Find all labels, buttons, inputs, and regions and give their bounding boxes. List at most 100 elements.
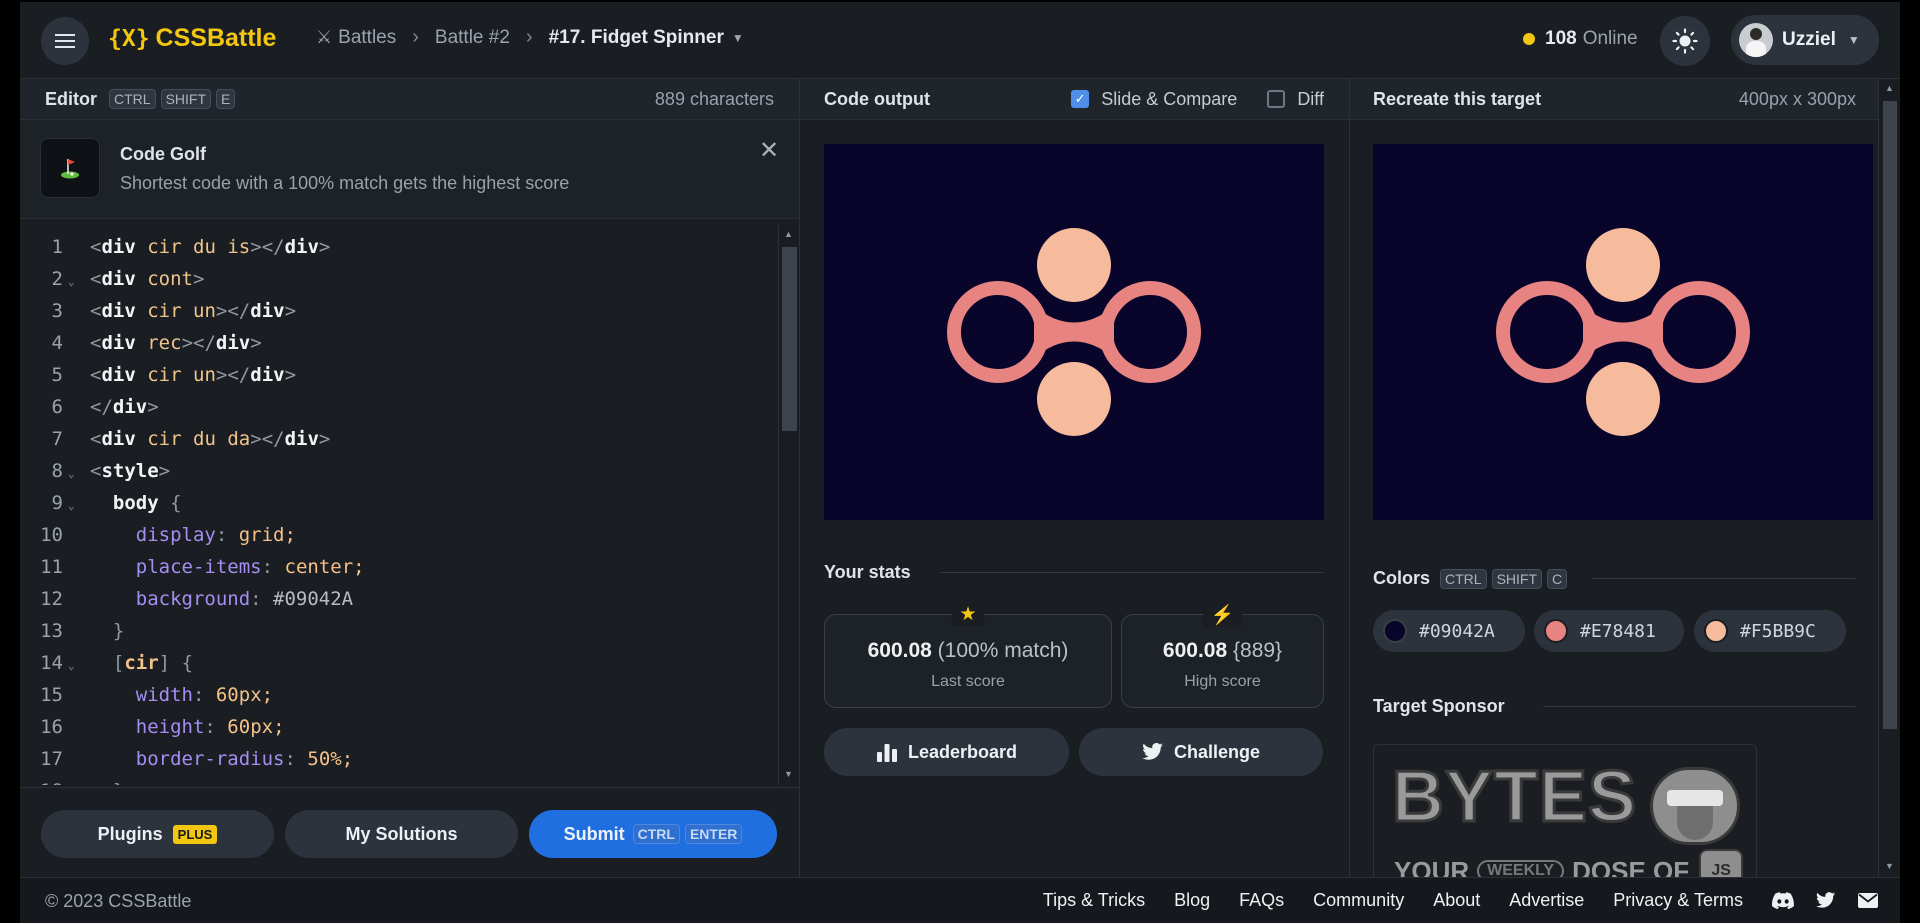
scrollbar-thumb[interactable] (1883, 101, 1897, 729)
footer-link-privacy[interactable]: Privacy & Terms (1613, 890, 1743, 911)
target-preview[interactable] (1373, 144, 1873, 520)
line-number: 5 (51, 364, 63, 386)
golf-flag-icon (40, 138, 100, 198)
fold-chevron-icon[interactable]: ⌄ (68, 650, 75, 682)
kbd-shift: SHIFT (160, 89, 212, 109)
code-line: 12 background: #09042A (20, 583, 778, 615)
last-score-value: 600.08 (867, 639, 932, 662)
footer-link-blog[interactable]: Blog (1174, 890, 1210, 911)
my-solutions-button[interactable]: My Solutions (285, 810, 518, 858)
code-line: 3 <div cir un></div> (20, 295, 778, 327)
line-number: 17 (40, 748, 63, 770)
code-golf-tip: Code Golf Shortest code with a 100% matc… (20, 120, 799, 219)
editor-actions: Plugins PLUS My Solutions Submit CTRL EN… (20, 787, 799, 878)
menu-button[interactable] (41, 17, 89, 65)
user-name: Uzziel (1782, 29, 1836, 50)
spinner-top-circle (1586, 228, 1660, 302)
line-number: 2 (51, 268, 63, 290)
discord-icon[interactable] (1772, 892, 1794, 909)
online-label: Online (1582, 28, 1638, 49)
plugins-button[interactable]: Plugins PLUS (41, 810, 274, 858)
close-icon[interactable]: ✕ (759, 136, 779, 165)
fold-chevron-icon[interactable]: ⌄ (68, 458, 75, 490)
panel-divider[interactable] (799, 79, 800, 877)
chevron-right-icon: › (412, 26, 419, 48)
color-hex: #09042A (1419, 620, 1495, 642)
breadcrumb-battle[interactable]: Battle #2 (435, 27, 510, 49)
sun-icon (1672, 28, 1698, 54)
my-solutions-label: My Solutions (345, 823, 458, 844)
kbd-ctrl: CTRL (1440, 568, 1487, 589)
logo[interactable]: {X} CSSBattle (108, 24, 276, 53)
footer-link-community[interactable]: Community (1313, 890, 1404, 911)
fold-chevron-icon[interactable]: ⌄ (68, 266, 75, 298)
scrollbar-thumb[interactable] (782, 247, 797, 431)
code-line: 18 } (20, 775, 778, 785)
footer-link-faqs[interactable]: FAQs (1239, 890, 1284, 911)
kbd-c: C (1547, 568, 1568, 589)
kbd-e: E (216, 89, 236, 109)
chevron-down-icon[interactable]: ▼ (732, 31, 744, 45)
fold-chevron-icon[interactable]: ⌄ (68, 490, 75, 522)
color-chip[interactable]: #F5BB9C (1694, 610, 1846, 652)
spinner-ring-right (1099, 281, 1201, 383)
footer-link-advertise[interactable]: Advertise (1509, 890, 1584, 911)
line-number: 13 (40, 620, 63, 642)
kbd-enter: ENTER (684, 824, 743, 844)
theme-toggle-button[interactable] (1660, 16, 1710, 66)
breadcrumb-battles[interactable]: Battles (338, 27, 396, 49)
breadcrumb-current-target[interactable]: #17. Fidget Spinner (549, 27, 724, 49)
twitter-icon[interactable] (1816, 892, 1836, 909)
code-line: 5 <div cir un></div> (20, 359, 778, 391)
scroll-up-icon[interactable]: ▲ (1885, 83, 1894, 93)
leaderboard-button[interactable]: Leaderboard (824, 728, 1069, 776)
line-number: 4 (51, 332, 63, 354)
high-score-chars: {889} (1233, 639, 1283, 662)
footer-link-tips[interactable]: Tips & Tricks (1043, 890, 1145, 911)
code-line: 13 } (20, 615, 778, 647)
code-line: 15 width: 60px; (20, 679, 778, 711)
scroll-down-icon[interactable]: ▼ (784, 769, 793, 779)
logo-text: CSSBattle (155, 24, 277, 52)
diff-toggle[interactable]: Diff (1267, 89, 1324, 110)
user-menu-button[interactable]: Uzziel ▼ (1731, 15, 1879, 65)
code-line: 16 height: 60px; (20, 711, 778, 743)
checkbox-unchecked-icon[interactable] (1267, 90, 1286, 108)
spinner-ring-right (1648, 281, 1750, 383)
checkbox-checked-icon[interactable]: ✓ (1071, 90, 1090, 108)
star-icon: ★ (951, 603, 985, 626)
slide-compare-toggle[interactable]: ✓ Slide & Compare (1071, 89, 1237, 110)
divider (1543, 706, 1855, 707)
color-swatch (1383, 619, 1407, 643)
spinner-ring-left (947, 281, 1049, 383)
challenge-label: Challenge (1173, 741, 1261, 762)
challenge-button[interactable]: Challenge (1079, 728, 1323, 776)
page-scrollbar[interactable]: ▲ ▼ (1878, 79, 1900, 877)
spinner-top-circle (1037, 228, 1111, 302)
line-number: 9 (51, 492, 63, 514)
app-window: {X} CSSBattle ⚔ Battles › Battle #2 › #1… (20, 2, 1900, 923)
panel-divider[interactable] (1349, 79, 1350, 877)
footer-links: Tips & Tricks Blog FAQs Community About … (1043, 890, 1900, 911)
divider (1592, 578, 1855, 579)
kbd-ctrl: CTRL (632, 824, 680, 844)
diff-label: Diff (1297, 88, 1324, 109)
line-number: 6 (51, 396, 63, 418)
submit-button[interactable]: Submit CTRL ENTER (529, 810, 777, 858)
target-bar: Recreate this target 400px x 300px (1350, 79, 1878, 120)
chevron-right-icon: › (525, 26, 533, 48)
editor-scrollbar[interactable]: ▲ ▼ (778, 225, 800, 785)
footer-link-about[interactable]: About (1433, 890, 1480, 911)
mail-icon[interactable] (1858, 893, 1878, 908)
scroll-up-icon[interactable]: ▲ (784, 229, 793, 239)
lightning-icon: ⚡ (1202, 603, 1243, 627)
sponsor-card[interactable]: BYTES YOUR WEEKLY DOSE OF JS (1373, 744, 1757, 886)
color-chip[interactable]: #E78481 (1534, 610, 1684, 652)
code-editor[interactable]: 1 <div cir du is></div> 2 ⌄ <div cont> 3 <di… (20, 225, 778, 785)
scroll-down-icon[interactable]: ▼ (1885, 861, 1894, 871)
tip-title: Code Golf (120, 144, 206, 164)
code-output-preview[interactable] (824, 144, 1324, 520)
code-line: 6 </div> (20, 391, 778, 423)
chevron-down-icon: ▼ (1847, 33, 1860, 47)
color-chip[interactable]: #09042A (1373, 610, 1525, 652)
